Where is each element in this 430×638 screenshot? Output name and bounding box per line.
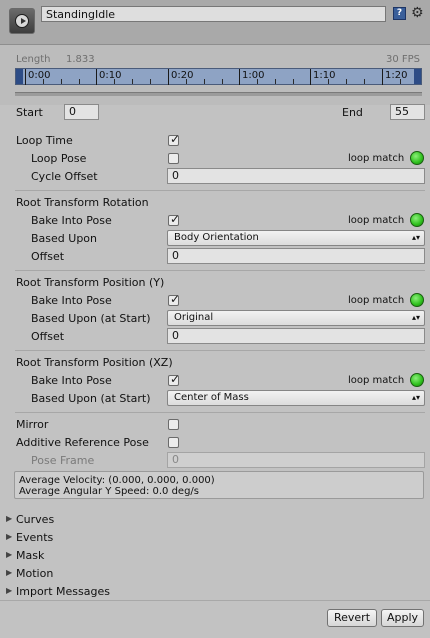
tick-label: 1:00 [242, 70, 265, 81]
position-y-bake-label: Bake Into Pose [31, 294, 112, 307]
position-xz-bake-checkbox[interactable]: ✓ [168, 372, 180, 386]
pose-frame-label: Pose Frame [31, 454, 95, 467]
position-xz-based-upon-label: Based Upon (at Start) [31, 392, 151, 405]
pose-frame-field: 0 [167, 452, 425, 468]
loop-match-indicator-icon [410, 293, 424, 307]
chevron-updown-icon: ▴▾ [411, 233, 420, 242]
motion-info-box: Average Velocity: (0.000, 0.000, 0.000) … [14, 471, 424, 499]
loop-match-label: loop match [348, 295, 405, 306]
chevron-updown-icon: ▴▾ [411, 313, 420, 322]
loop-time-label: Loop Time [16, 134, 73, 147]
additive-reference-pose-label: Additive Reference Pose [16, 436, 149, 449]
average-velocity-text: Average Velocity: (0.000, 0.000, 0.000) [19, 475, 215, 486]
mirror-checkbox[interactable] [168, 419, 179, 430]
foldout-events[interactable]: ▶ Events [0, 530, 300, 546]
end-label: End [342, 106, 363, 119]
position-y-offset-field[interactable]: 0 [167, 328, 425, 344]
triangle-right-icon: ▶ [6, 568, 13, 577]
gear-icon[interactable]: ⚙ [411, 4, 429, 22]
foldout-label: Curves [16, 513, 55, 526]
root-position-xz-header: Root Transform Position (XZ) [16, 356, 173, 369]
triangle-right-icon: ▶ [6, 550, 13, 559]
foldout-curves[interactable]: ▶ Curves [0, 512, 300, 528]
root-rotation-header: Root Transform Rotation [16, 196, 149, 209]
start-label: Start [16, 106, 43, 119]
start-field[interactable]: 0 [64, 104, 99, 120]
position-y-offset-label: Offset [31, 330, 65, 343]
loop-time-checkbox[interactable]: ✓ [168, 132, 180, 146]
length-value: 1.833 [66, 54, 95, 65]
dropdown-value: Center of Mass [174, 392, 249, 403]
foldout-label: Mask [16, 549, 45, 562]
root-position-y-header: Root Transform Position (Y) [16, 276, 165, 289]
loop-match-label: loop match [348, 153, 405, 164]
foldout-import-messages[interactable]: ▶ Import Messages [0, 584, 300, 600]
loop-match-indicator-icon [410, 151, 424, 165]
foldout-mask[interactable]: ▶ Mask [0, 548, 300, 564]
mirror-label: Mirror [16, 418, 49, 431]
rotation-based-upon-dropdown[interactable]: Body Orientation ▴▾ [167, 230, 425, 246]
revert-button[interactable]: Revert [327, 609, 377, 627]
loop-match-label: loop match [348, 375, 405, 386]
average-angular-speed-text: Average Angular Y Speed: 0.0 deg/s [19, 486, 199, 497]
dropdown-value: Original [174, 312, 214, 323]
position-y-bake-checkbox[interactable]: ✓ [168, 292, 180, 306]
loop-match-indicator-icon [410, 213, 424, 227]
apply-button[interactable]: Apply [381, 609, 424, 627]
timeline-ruler[interactable]: 0:00 0:10 0:20 1:00 1:10 1:20 [15, 68, 422, 85]
tick-label: 0:00 [28, 70, 51, 81]
tick-label: 1:10 [313, 70, 336, 81]
triangle-right-icon: ▶ [6, 586, 13, 595]
cycle-offset-field[interactable]: 0 [167, 168, 425, 184]
timeline-scrollbar[interactable] [15, 92, 422, 96]
loop-match-indicator-icon [410, 373, 424, 387]
divider [0, 600, 430, 601]
triangle-right-icon: ▶ [6, 514, 13, 523]
animation-clip-icon [9, 8, 35, 34]
rotation-bake-label: Bake Into Pose [31, 214, 112, 227]
start-marker[interactable] [16, 69, 23, 84]
rotation-bake-checkbox[interactable]: ✓ [168, 212, 180, 226]
loop-pose-label: Loop Pose [31, 152, 87, 165]
cycle-offset-label: Cycle Offset [31, 170, 98, 183]
rotation-offset-label: Offset [31, 250, 65, 263]
tick-label: 0:10 [99, 70, 122, 81]
foldout-label: Motion [16, 567, 54, 580]
additive-reference-pose-checkbox[interactable] [168, 437, 179, 448]
triangle-right-icon: ▶ [6, 532, 13, 541]
tick-label: 0:20 [171, 70, 194, 81]
tick-label: 1:20 [385, 70, 408, 81]
dropdown-value: Body Orientation [174, 232, 259, 243]
foldout-label: Events [16, 531, 54, 544]
clip-name-field[interactable]: StandingIdle [41, 6, 386, 22]
fps-label: 30 FPS [386, 54, 421, 65]
length-label: Length [16, 54, 51, 65]
chevron-updown-icon: ▴▾ [411, 393, 420, 402]
position-xz-based-upon-dropdown[interactable]: Center of Mass ▴▾ [167, 390, 425, 406]
end-field[interactable]: 55 [390, 104, 425, 120]
position-xz-bake-label: Bake Into Pose [31, 374, 112, 387]
rotation-offset-field[interactable]: 0 [167, 248, 425, 264]
loop-match-label: loop match [348, 215, 405, 226]
rotation-based-upon-label: Based Upon [31, 232, 97, 245]
foldout-motion[interactable]: ▶ Motion [0, 566, 300, 582]
loop-pose-checkbox[interactable] [168, 153, 179, 164]
end-marker[interactable] [414, 69, 421, 84]
position-y-based-upon-dropdown[interactable]: Original ▴▾ [167, 310, 425, 326]
help-icon[interactable]: ? [393, 7, 406, 20]
foldout-label: Import Messages [16, 585, 110, 598]
position-y-based-upon-label: Based Upon (at Start) [31, 312, 151, 325]
